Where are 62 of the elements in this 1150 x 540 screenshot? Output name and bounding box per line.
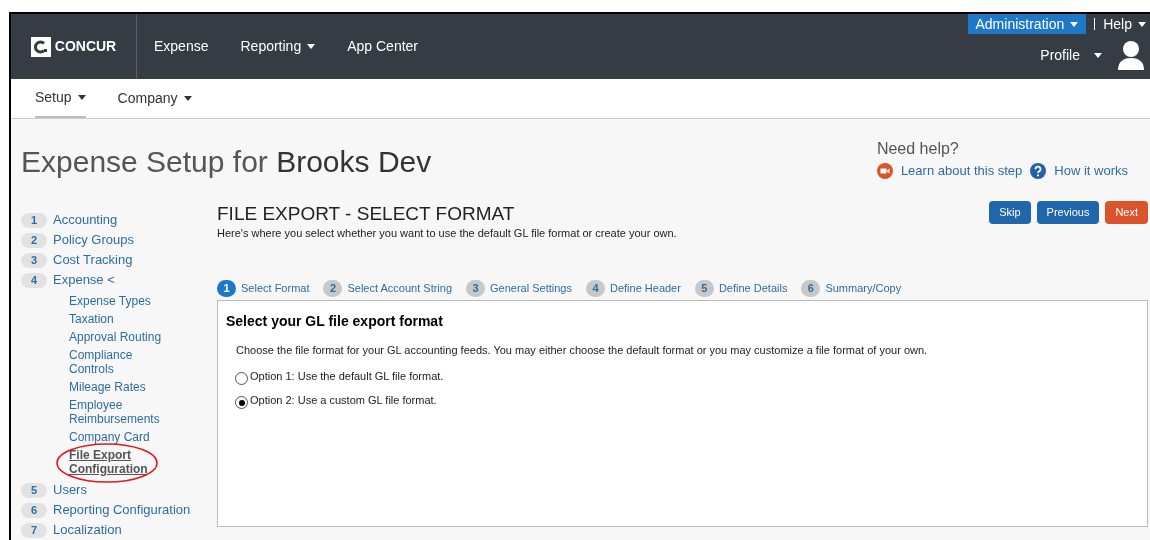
step-number-badge: 2 (21, 232, 47, 248)
sidebar-subitem[interactable]: Taxation (69, 312, 179, 326)
profile-menu[interactable]: Profile (1040, 44, 1102, 66)
sub-nav-tab[interactable]: Company (117, 79, 192, 118)
learn-link[interactable]: Learn about this step (900, 161, 1023, 181)
caret-icon (1094, 53, 1102, 59)
administration-menu[interactable]: Administration (967, 14, 1087, 34)
wizard-step-tab[interactable]: 6 Summary/Copy (801, 279, 902, 297)
sidebar-subitem[interactable]: Compliance Controls (69, 348, 179, 376)
caret-icon (307, 44, 316, 50)
logo-icon (30, 36, 51, 57)
wizard-step-tab[interactable]: 4 Define Header (585, 279, 681, 297)
wizard-button[interactable]: Skip (989, 201, 1031, 224)
user-avatar-icon[interactable] (1118, 40, 1144, 70)
sidebar-item[interactable]: Localization (53, 520, 122, 540)
help-menu[interactable]: Help (1103, 13, 1150, 35)
sidebar-subitem[interactable]: Mileage Rates (69, 380, 179, 394)
nav-item[interactable]: Reporting (240, 36, 316, 58)
step-number-badge: 5 (21, 482, 47, 498)
step-number-badge: 4 (21, 272, 47, 288)
wizard-button[interactable]: Next (1105, 201, 1148, 224)
caret-icon (183, 96, 192, 102)
wizard-step-tab[interactable]: 1 Select Format (217, 279, 310, 297)
sidebar-item[interactable]: Users (53, 480, 87, 500)
wizard-button[interactable]: Previous (1036, 201, 1100, 224)
sidebar-subitem[interactable]: Employee Reimbursements (69, 398, 179, 426)
step-number-badge: 3 (21, 252, 47, 268)
panel-heading: Select your GL file export format (226, 311, 444, 331)
step-number-badge: 7 (21, 522, 47, 538)
radio-button[interactable] (235, 396, 248, 409)
step-number-badge: 6 (21, 502, 47, 518)
panel-description: Choose the file format for your GL accounting feeds. You may either choose the default format or you may customize a file format of your own. (236, 342, 929, 358)
sidebar-item[interactable]: Accounting (53, 210, 118, 230)
sidebar-item[interactable]: Expense < (53, 270, 115, 290)
sub-nav-tab[interactable]: Setup (35, 79, 86, 118)
wizard-step-tab[interactable]: 3 General Settings (466, 279, 572, 297)
how-it-works-link[interactable]: How it works (1054, 161, 1128, 181)
sidebar-subitem[interactable]: File Export Configuration (69, 448, 179, 476)
concur-logo[interactable]: CONCUR (30, 36, 117, 58)
radio-button[interactable] (235, 372, 248, 385)
section-title: FILE EXPORT - SELECT FORMAT (217, 203, 516, 225)
option-label: Option 1: Use the default GL file format. (250, 369, 444, 385)
help-title: Need help? (876, 139, 960, 159)
wizard-step-tab[interactable]: 5 Define Details (694, 279, 788, 297)
caret-icon (1070, 21, 1079, 27)
option-label: Option 2: Use a custom GL file format. (250, 393, 437, 409)
section-subtitle: Here's where you select whether you want to use the default GL file format or create your own. (217, 226, 677, 241)
caret-icon (1138, 21, 1146, 27)
nav-item[interactable]: Expense (154, 36, 209, 58)
nav-item[interactable]: App Center (347, 36, 418, 58)
wizard-step-tab[interactable]: 2 Select Account String (323, 279, 453, 297)
sidebar-item[interactable]: Cost Tracking (53, 250, 133, 270)
video-camera-icon (876, 162, 893, 179)
sidebar-subitem[interactable]: Expense Types (69, 294, 179, 308)
caret-icon (77, 95, 86, 101)
sidebar-subitem[interactable]: Approval Routing (69, 330, 179, 344)
sidebar-item[interactable]: Reporting Configuration (53, 500, 191, 520)
help-icon (1030, 162, 1047, 179)
sidebar-subitem[interactable]: Company Card (69, 430, 179, 444)
sidebar-item[interactable]: Policy Groups (53, 230, 134, 250)
page-title: Expense Setup for Brooks Dev (21, 144, 432, 180)
step-number-badge: 1 (21, 212, 47, 228)
